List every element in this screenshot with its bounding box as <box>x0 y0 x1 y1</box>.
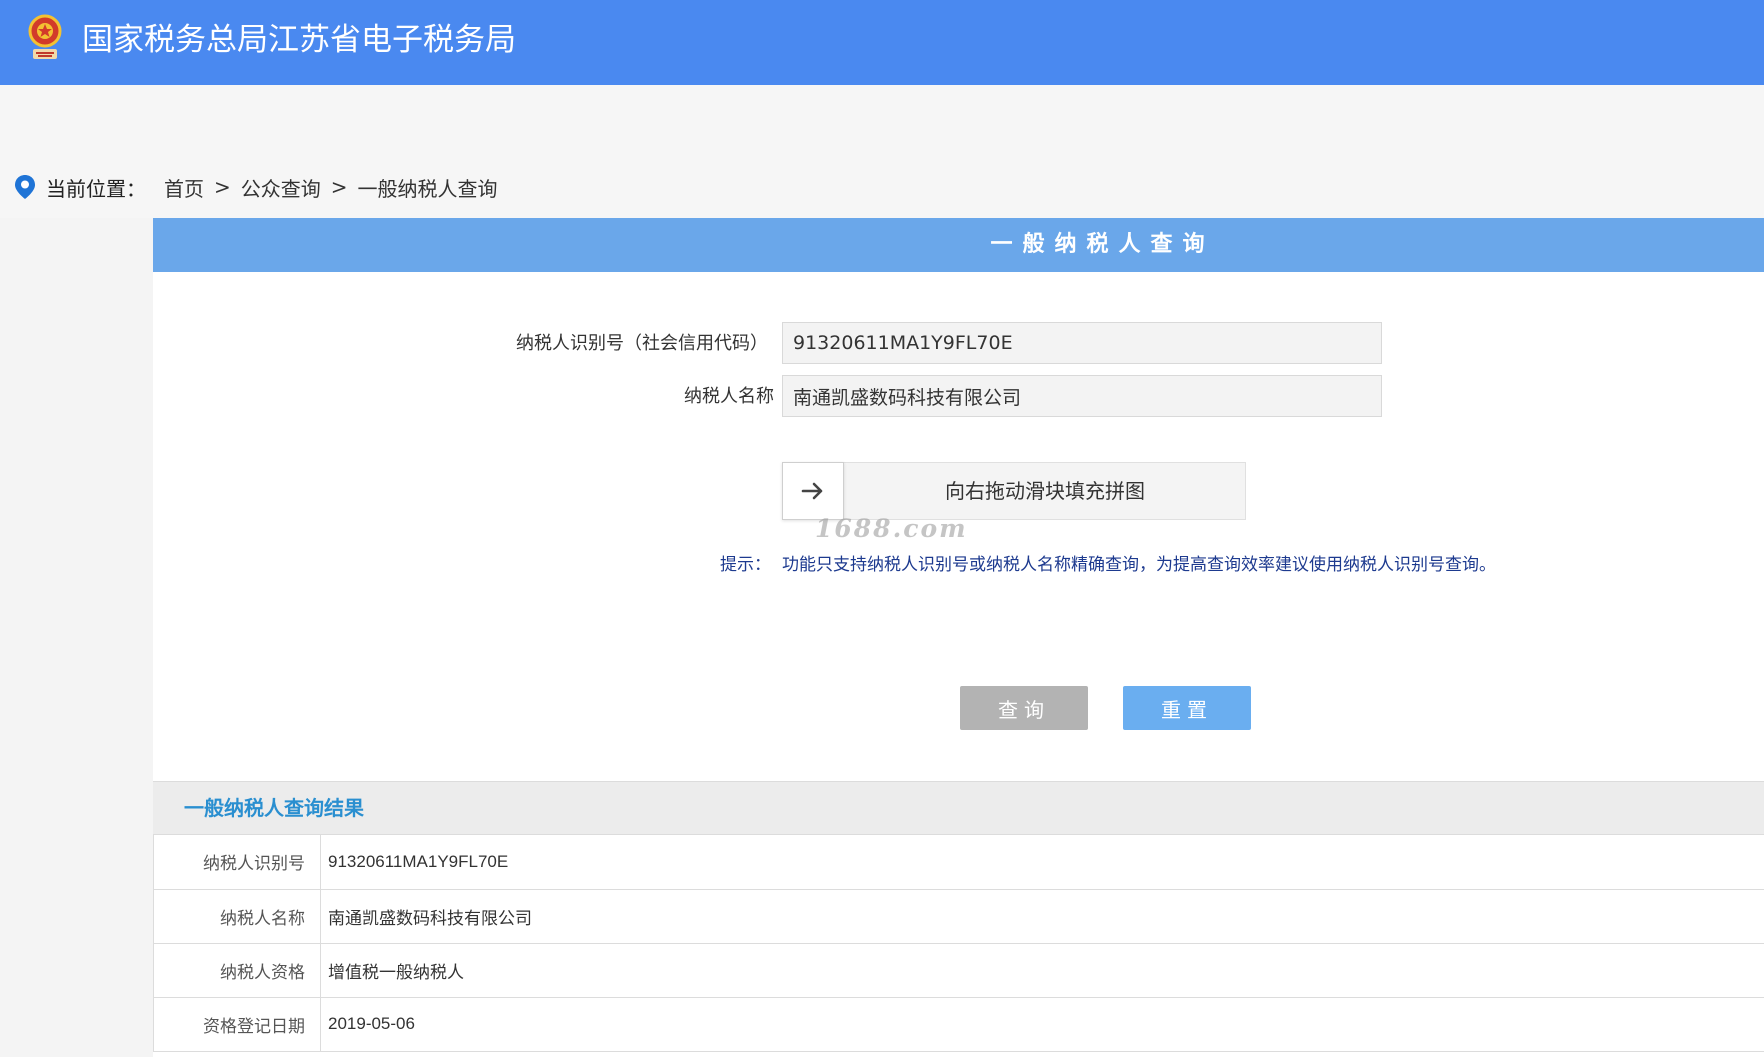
breadcrumb-current-page[interactable]: 一般纳税人查询 <box>358 173 498 202</box>
site-header: 国家税务总局江苏省电子税务局 <box>0 0 1764 85</box>
slider-instruction: 向右拖动滑块填充拼图 <box>945 479 1145 503</box>
taxpayer-id-input[interactable] <box>782 322 1382 364</box>
taxpayer-id-label: 纳税人识别号（社会信用代码） <box>516 333 768 354</box>
result-value: 91320611MA1Y9FL70E <box>320 835 1764 890</box>
slider-handle[interactable] <box>782 462 844 520</box>
breadcrumb-separator: > <box>330 175 348 199</box>
tax-emblem-icon <box>28 14 62 59</box>
site-title: 国家税务总局江苏省电子税务局 <box>82 22 516 58</box>
breadcrumb: 当前位置： 首页 > 公众查询 > 一般纳税人查询 <box>14 172 498 202</box>
tip-label: 提示： <box>720 555 771 575</box>
result-value: 2019-05-06 <box>320 997 1764 1052</box>
slider-captcha[interactable]: 向右拖动滑块填充拼图 <box>782 462 1246 520</box>
query-button[interactable]: 查询 <box>960 686 1088 730</box>
results-title: 一般纳税人查询结果 <box>184 796 364 820</box>
table-row: 纳税人资格 增值税一般纳税人 <box>153 943 1764 998</box>
table-row: 纳税人名称 南通凯盛数码科技有限公司 <box>153 889 1764 944</box>
results-header: 一般纳税人查询结果 <box>153 781 1764 835</box>
taxpayer-name-label: 纳税人名称 <box>684 386 774 407</box>
query-card-header: 一般纳税人查询 <box>153 218 1764 272</box>
left-gutter <box>0 218 153 1057</box>
breadcrumb-public-query[interactable]: 公众查询 <box>241 173 321 202</box>
result-value: 南通凯盛数码科技有限公司 <box>320 889 1764 944</box>
result-key: 纳税人资格 <box>153 943 321 998</box>
results-table: 纳税人识别号 91320611MA1Y9FL70E 纳税人名称 南通凯盛数码科技… <box>153 835 1764 1052</box>
taxpayer-name-input[interactable] <box>782 375 1382 417</box>
table-row: 纳税人识别号 91320611MA1Y9FL70E <box>153 835 1764 890</box>
table-row: 资格登记日期 2019-05-06 <box>153 997 1764 1052</box>
breadcrumb-home[interactable]: 首页 <box>164 173 204 202</box>
watermark: 1688.com <box>815 514 968 543</box>
result-key: 纳税人名称 <box>153 889 321 944</box>
result-key: 资格登记日期 <box>153 997 321 1052</box>
location-pin-icon <box>15 175 35 199</box>
tip-text: 功能只支持纳税人识别号或纳税人名称精确查询，为提高查询效率建议使用纳税人识别号查… <box>782 555 1496 575</box>
reset-button[interactable]: 重置 <box>1123 686 1251 730</box>
arrow-right-icon <box>801 482 823 500</box>
breadcrumb-separator: > <box>214 175 231 199</box>
result-value: 增值税一般纳税人 <box>320 943 1764 998</box>
breadcrumb-label: 当前位置： <box>46 176 146 201</box>
result-key: 纳税人识别号 <box>153 835 321 890</box>
query-card-title: 一般纳税人查询 <box>990 232 1215 257</box>
